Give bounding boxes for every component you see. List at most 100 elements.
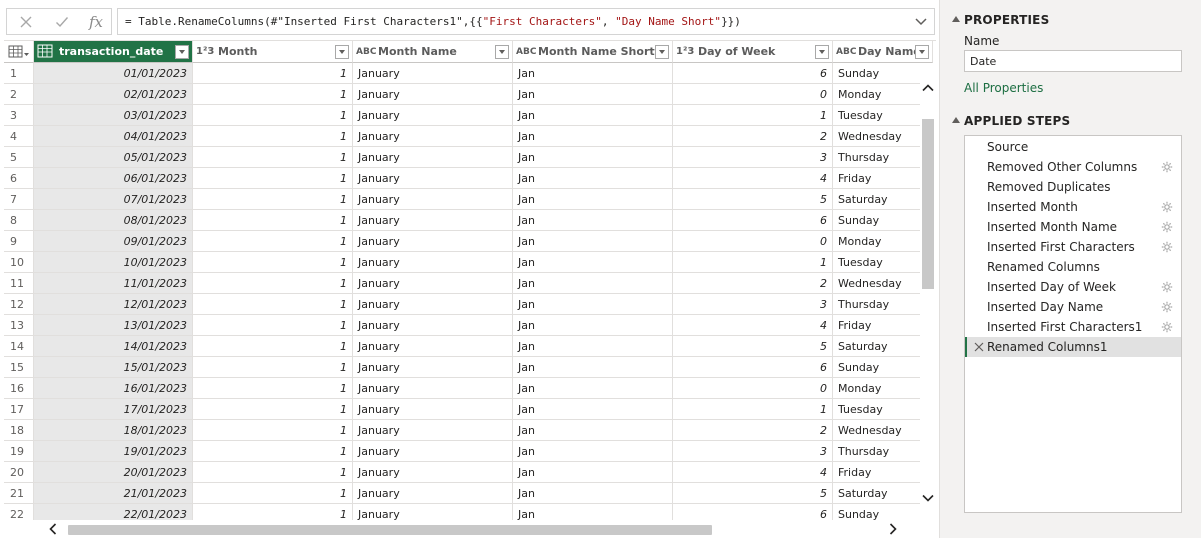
table-cell[interactable]: Jan	[513, 273, 673, 294]
table-cell[interactable]: January	[353, 105, 513, 126]
vertical-scroll-thumb[interactable]	[922, 119, 934, 289]
table-row[interactable]: 17 17/01/2023 1 January Jan 1 Tuesday	[4, 399, 933, 420]
table-row[interactable]: 2 02/01/2023 1 January Jan 0 Monday	[4, 84, 933, 105]
table-cell[interactable]: Jan	[513, 483, 673, 504]
table-cell[interactable]: 03/01/2023	[34, 105, 193, 126]
table-cell[interactable]: 08/01/2023	[34, 210, 193, 231]
step-settings-gear-icon[interactable]	[1161, 201, 1173, 213]
table-cell[interactable]: January	[353, 357, 513, 378]
table-cell[interactable]: 1	[193, 315, 353, 336]
table-cell[interactable]: Tuesday	[833, 399, 933, 420]
text-type-icon[interactable]: ABC	[836, 44, 856, 60]
table-cell[interactable]: 1	[193, 231, 353, 252]
table-cell[interactable]: 1	[193, 63, 353, 84]
table-cell[interactable]: 6	[673, 504, 833, 520]
table-cell[interactable]: Tuesday	[833, 105, 933, 126]
table-cell[interactable]: 18/01/2023	[34, 420, 193, 441]
table-cell[interactable]: 1	[193, 189, 353, 210]
collapse-properties-caret-icon[interactable]	[952, 16, 960, 22]
table-row[interactable]: 5 05/01/2023 1 January Jan 3 Thursday	[4, 147, 933, 168]
step-settings-gear-icon[interactable]	[1161, 281, 1173, 293]
collapse-applied-steps-caret-icon[interactable]	[952, 117, 960, 123]
applied-step-renamed-columns1[interactable]: Renamed Columns1	[965, 337, 1181, 357]
table-row[interactable]: 13 13/01/2023 1 January Jan 4 Friday	[4, 315, 933, 336]
table-cell[interactable]: 17/01/2023	[34, 399, 193, 420]
insert-function-button[interactable]: fx	[79, 9, 113, 34]
table-cell[interactable]: 1	[673, 399, 833, 420]
table-cell[interactable]: Jan	[513, 441, 673, 462]
step-settings-gear-icon[interactable]	[1161, 321, 1173, 333]
table-cell[interactable]: Jan	[513, 357, 673, 378]
scroll-right-arrow-icon[interactable]	[886, 522, 900, 536]
table-cell[interactable]: January	[353, 294, 513, 315]
table-cell[interactable]: 5	[673, 336, 833, 357]
table-cell[interactable]: 4	[673, 168, 833, 189]
table-cell[interactable]: Jan	[513, 504, 673, 520]
table-cell[interactable]: Sunday	[833, 63, 933, 84]
table-cell[interactable]: 20/01/2023	[34, 462, 193, 483]
table-cell[interactable]: Jan	[513, 462, 673, 483]
table-cell[interactable]: January	[353, 483, 513, 504]
horizontal-scroll-thumb[interactable]	[68, 525, 712, 535]
table-cell[interactable]: January	[353, 315, 513, 336]
row-number[interactable]: 6	[4, 168, 34, 189]
scroll-left-arrow-icon[interactable]	[46, 522, 60, 536]
column-header-transaction-date[interactable]: transaction_date	[34, 41, 193, 63]
table-cell[interactable]: 1	[193, 336, 353, 357]
table-cell[interactable]: January	[353, 420, 513, 441]
table-cell[interactable]: Thursday	[833, 147, 933, 168]
table-cell[interactable]: Jan	[513, 315, 673, 336]
query-name-input[interactable]	[964, 50, 1182, 72]
table-cell[interactable]: 05/01/2023	[34, 147, 193, 168]
table-cell[interactable]: 1	[193, 147, 353, 168]
table-cell[interactable]: January	[353, 231, 513, 252]
table-cell[interactable]: Jan	[513, 420, 673, 441]
table-cell[interactable]: Jan	[513, 378, 673, 399]
table-row[interactable]: 22 22/01/2023 1 January Jan 6 Sunday	[4, 504, 933, 520]
table-cell[interactable]: Jan	[513, 105, 673, 126]
table-cell[interactable]: 11/01/2023	[34, 273, 193, 294]
table-cell[interactable]: January	[353, 378, 513, 399]
table-cell[interactable]: Wednesday	[833, 273, 933, 294]
row-number[interactable]: 15	[4, 357, 34, 378]
table-row[interactable]: 19 19/01/2023 1 January Jan 3 Thursday	[4, 441, 933, 462]
applied-step-inserted-month[interactable]: Inserted Month	[965, 197, 1181, 217]
column-filter-dropdown-button[interactable]	[915, 45, 929, 59]
table-cell[interactable]: January	[353, 399, 513, 420]
table-cell[interactable]: January	[353, 168, 513, 189]
table-cell[interactable]: 0	[673, 378, 833, 399]
table-cell[interactable]: Tuesday	[833, 252, 933, 273]
table-cell[interactable]: 4	[673, 462, 833, 483]
table-cell[interactable]: 15/01/2023	[34, 357, 193, 378]
table-cell[interactable]: 10/01/2023	[34, 252, 193, 273]
table-cell[interactable]: Saturday	[833, 189, 933, 210]
row-number[interactable]: 16	[4, 378, 34, 399]
formula-input[interactable]: = Table.RenameColumns(#"Inserted First C…	[117, 8, 935, 35]
table-cell[interactable]: 1	[193, 252, 353, 273]
table-cell[interactable]: 2	[673, 420, 833, 441]
table-cell[interactable]: 1	[193, 168, 353, 189]
all-properties-link[interactable]: All Properties	[964, 81, 1043, 95]
table-cell[interactable]: 1	[193, 420, 353, 441]
table-cell[interactable]: Saturday	[833, 336, 933, 357]
table-cell[interactable]: Sunday	[833, 504, 933, 520]
applied-step-inserted-first-characters1[interactable]: Inserted First Characters1	[965, 317, 1181, 337]
table-cell[interactable]: January	[353, 504, 513, 520]
table-cell[interactable]: Friday	[833, 462, 933, 483]
table-row[interactable]: 3 03/01/2023 1 January Jan 1 Tuesday	[4, 105, 933, 126]
whole-number-type-icon[interactable]: 1²3	[196, 44, 214, 60]
table-row[interactable]: 15 15/01/2023 1 January Jan 6 Sunday	[4, 357, 933, 378]
scroll-up-arrow-icon[interactable]	[921, 81, 935, 95]
cancel-formula-button[interactable]	[9, 9, 43, 34]
table-cell[interactable]: Jan	[513, 294, 673, 315]
row-number[interactable]: 3	[4, 105, 34, 126]
table-cell[interactable]: January	[353, 210, 513, 231]
step-settings-gear-icon[interactable]	[1161, 241, 1173, 253]
table-cell[interactable]: Thursday	[833, 441, 933, 462]
table-cell[interactable]: 1	[193, 126, 353, 147]
table-row[interactable]: 1 01/01/2023 1 January Jan 6 Sunday	[4, 63, 933, 84]
table-cell[interactable]: Monday	[833, 378, 933, 399]
vertical-scrollbar[interactable]	[920, 63, 936, 520]
row-number[interactable]: 12	[4, 294, 34, 315]
horizontal-scrollbar[interactable]	[34, 520, 916, 538]
